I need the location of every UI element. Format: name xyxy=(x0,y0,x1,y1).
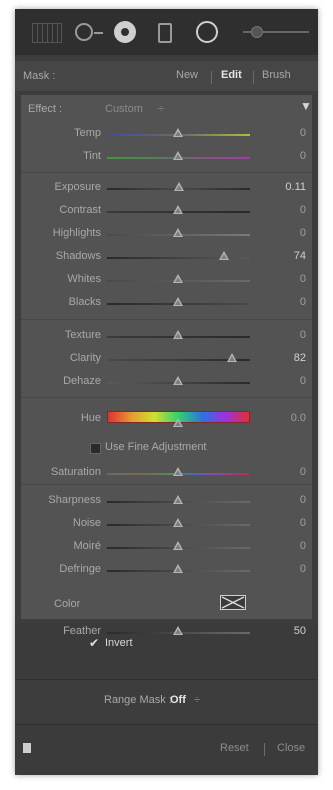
temp-slider-thumb[interactable] xyxy=(173,128,183,137)
mask-mode-brush[interactable]: Brush xyxy=(262,69,291,81)
spot-removal-tail-icon xyxy=(94,32,103,34)
noise-label: Noise xyxy=(72,517,101,529)
mask-mode-edit[interactable]: Edit xyxy=(221,69,242,81)
temp-value[interactable]: 0 xyxy=(266,127,306,139)
effect-preset-dropdown[interactable]: Custom xyxy=(105,103,143,115)
blacks-label: Blacks xyxy=(68,296,101,308)
effect-preset-arrow-icon[interactable]: ÷ xyxy=(158,103,164,115)
sharpness-label: Sharpness xyxy=(48,494,101,506)
panel-switch-icon[interactable] xyxy=(23,743,31,753)
section-divider xyxy=(21,397,312,398)
graduated-filter-icon[interactable] xyxy=(32,23,62,43)
exposure-value[interactable]: 0.11 xyxy=(266,181,306,193)
hue-value[interactable]: 0.0 xyxy=(266,412,306,424)
dehaze-label: Dehaze xyxy=(63,375,101,387)
defringe-label: Defringe xyxy=(59,563,101,575)
sharpness-slider-thumb[interactable] xyxy=(173,495,183,504)
section-divider xyxy=(21,319,312,320)
collapse-triangle-icon[interactable]: ▼ xyxy=(300,99,312,113)
range-mask-dropdown[interactable]: Off xyxy=(170,694,186,706)
noise-value[interactable]: 0 xyxy=(266,517,306,529)
footer: Reset Close xyxy=(15,725,318,775)
brush-circle-icon[interactable] xyxy=(196,21,218,43)
close-button[interactable]: Close xyxy=(277,742,305,754)
saturation-slider-thumb[interactable] xyxy=(173,467,183,476)
feather-value[interactable]: 50 xyxy=(266,625,306,637)
mask-mode-separator xyxy=(211,71,212,84)
clarity-value[interactable]: 82 xyxy=(266,352,306,364)
contrast-slider-thumb[interactable] xyxy=(173,205,183,214)
defringe-slider-thumb[interactable] xyxy=(173,564,183,573)
exposure-label: Exposure xyxy=(54,181,101,193)
temp-label: Temp xyxy=(74,127,101,139)
rect-mask-icon[interactable] xyxy=(158,23,172,43)
saturation-value[interactable]: 0 xyxy=(266,466,306,478)
clarity-slider-thumb[interactable] xyxy=(227,353,237,362)
mask-label: Mask : xyxy=(23,70,56,82)
shadows-label: Shadows xyxy=(55,250,101,262)
noise-slider-thumb[interactable] xyxy=(173,518,183,527)
range-mask-label: Range Mask : xyxy=(104,694,172,706)
dehaze-value[interactable]: 0 xyxy=(266,375,306,387)
highlights-label: Highlights xyxy=(52,227,101,239)
highlights-value[interactable]: 0 xyxy=(266,227,306,239)
tint-slider-thumb[interactable] xyxy=(173,151,183,160)
texture-value[interactable]: 0 xyxy=(266,329,306,341)
feather-slider-thumb[interactable] xyxy=(173,626,183,635)
adjustments-section: Effect : Custom ÷ ▼ Temp 0 Tint 0 Exposu… xyxy=(21,95,312,619)
reset-button[interactable]: Reset xyxy=(220,742,249,754)
moire-slider-thumb[interactable] xyxy=(173,541,183,550)
mask-mode-separator xyxy=(253,71,254,84)
footer-separator xyxy=(264,743,265,756)
section-divider xyxy=(21,172,312,173)
section-divider xyxy=(21,484,312,485)
spot-removal-icon[interactable] xyxy=(75,23,93,41)
sharpness-value[interactable]: 0 xyxy=(266,494,306,506)
color-label: Color xyxy=(54,598,81,610)
shadows-slider-thumb[interactable] xyxy=(219,251,229,260)
exposure-slider-thumb[interactable] xyxy=(174,182,184,191)
hue-slider-thumb[interactable] xyxy=(173,418,183,427)
tool-size-slider-knob[interactable] xyxy=(251,26,263,38)
tint-label: Tint xyxy=(83,150,101,162)
range-mask-section: Range Mask : Off ÷ xyxy=(15,680,318,724)
contrast-label: Contrast xyxy=(59,204,101,216)
tint-value[interactable]: 0 xyxy=(266,150,306,162)
texture-label: Texture xyxy=(64,329,101,341)
hue-label: Hue xyxy=(80,412,101,424)
contrast-value[interactable]: 0 xyxy=(266,204,306,216)
blacks-slider-thumb[interactable] xyxy=(173,297,183,306)
local-adjustment-panel: Mask : New Edit Brush Effect : Custom ÷ … xyxy=(15,9,318,775)
fine-adjustment-checkbox[interactable] xyxy=(90,443,101,454)
shadows-value[interactable]: 74 xyxy=(266,250,306,262)
mask-row: Mask : New Edit Brush xyxy=(15,61,318,91)
whites-slider-thumb[interactable] xyxy=(173,274,183,283)
moire-label: Moiré xyxy=(73,540,101,552)
moire-value[interactable]: 0 xyxy=(266,540,306,552)
whites-value[interactable]: 0 xyxy=(266,273,306,285)
saturation-label: Saturation xyxy=(50,466,101,478)
no-color-x-icon xyxy=(221,596,245,609)
fine-adjustment-label: Use Fine Adjustment xyxy=(105,441,207,453)
range-mask-arrow-icon[interactable]: ÷ xyxy=(194,694,200,706)
clarity-label: Clarity xyxy=(69,352,101,364)
mask-mode-new[interactable]: New xyxy=(176,69,198,81)
defringe-value[interactable]: 0 xyxy=(266,563,306,575)
texture-slider-thumb[interactable] xyxy=(173,330,183,339)
highlights-slider-thumb[interactable] xyxy=(173,228,183,237)
invert-label[interactable]: Invert xyxy=(105,637,133,649)
feather-section: Feather 50 ✔ Invert xyxy=(15,623,318,683)
dehaze-slider-thumb[interactable] xyxy=(173,376,183,385)
invert-check-icon[interactable]: ✔ xyxy=(89,636,99,650)
color-swatch[interactable] xyxy=(220,595,246,610)
tool-strip xyxy=(15,9,318,55)
blacks-value[interactable]: 0 xyxy=(266,296,306,308)
radial-filter-icon[interactable] xyxy=(114,21,136,43)
whites-label: Whites xyxy=(67,273,101,285)
effect-label: Effect : xyxy=(28,103,63,115)
